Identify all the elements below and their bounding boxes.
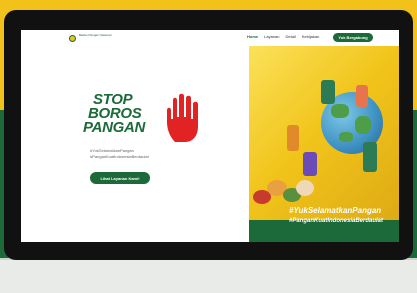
stop-hand-icon — [167, 93, 198, 142]
banner-hashtag-1: #YukSelamatkanPangan — [289, 206, 382, 215]
person-illustration — [363, 142, 377, 172]
land-shape — [339, 132, 353, 142]
hero-hashtag-1: #YukSelamatkanPangan — [90, 148, 134, 153]
logo-text: Badan Pangan Nasional — [79, 33, 112, 37]
nav-link-detail[interactable]: Detail — [285, 34, 295, 39]
land-shape — [355, 116, 371, 134]
nav-link-kebijakan[interactable]: Kebijakan — [302, 34, 320, 39]
hero-title: STOP BOROS PANGAN — [83, 92, 145, 135]
bottom-bar — [0, 258, 417, 293]
website-screen: Badan Pangan Nasional Home Layanan Detai… — [21, 30, 399, 242]
hero-title-line3: PANGAN — [83, 119, 146, 136]
nav-link-layanan[interactable]: Layanan — [264, 34, 279, 39]
banner-hashtag-2: #PanganKuatIndonesiaBerdaulat — [289, 218, 384, 224]
logo-icon[interactable] — [69, 35, 76, 42]
person-illustration — [356, 85, 368, 107]
food-item — [296, 180, 314, 196]
person-illustration — [321, 80, 335, 104]
nav-links: Home Layanan Detail Kebijakan — [247, 34, 319, 39]
services-button[interactable]: Lihat Layanan Kami! — [90, 172, 150, 184]
person-illustration — [287, 125, 299, 151]
nav-link-home[interactable]: Home — [247, 34, 258, 39]
join-button[interactable]: Yuk Bergabung — [333, 33, 373, 42]
hero-hashtag-2: #PanganKuatIndonesiaBerdaulat — [90, 154, 149, 159]
person-illustration — [303, 152, 317, 176]
land-shape — [331, 104, 349, 118]
top-nav: Badan Pangan Nasional Home Layanan Detai… — [21, 30, 399, 46]
